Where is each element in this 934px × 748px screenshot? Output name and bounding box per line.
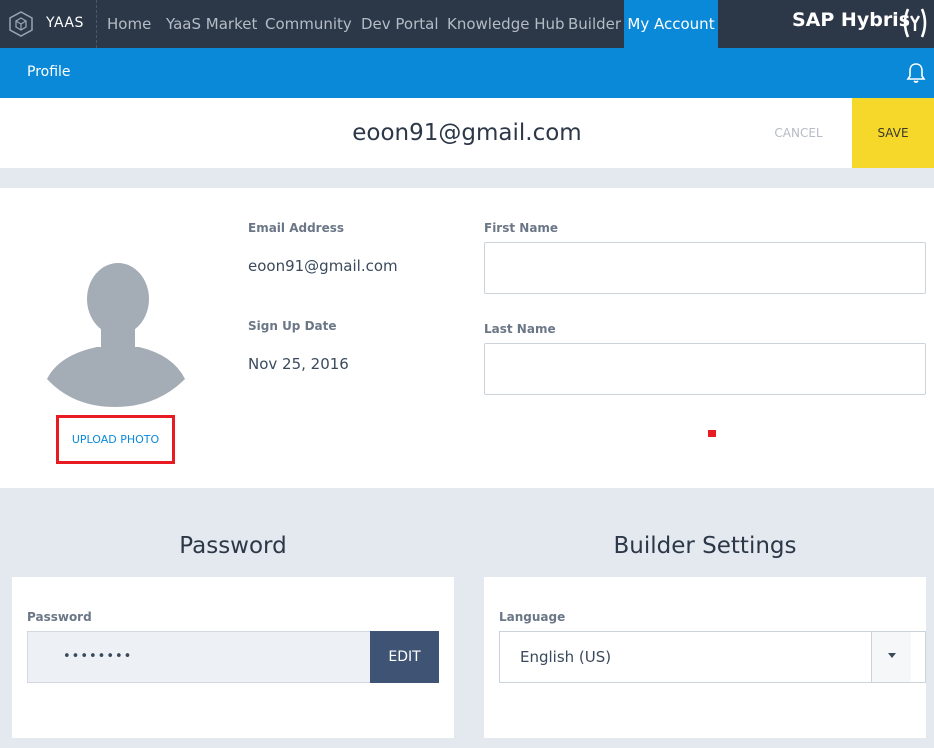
password-field[interactable]: •••••••• [27, 631, 370, 683]
sap-hybris-mark-icon [903, 8, 927, 38]
nav-item-builder[interactable]: Builder [568, 0, 621, 48]
brand-label: YAAS [46, 15, 84, 31]
signup-date-label: Sign Up Date [248, 319, 337, 333]
last-name-label: Last Name [484, 322, 556, 336]
cancel-button[interactable]: CANCEL [745, 98, 852, 168]
password-label: Password [27, 610, 92, 624]
upload-photo-link[interactable]: UPLOAD PHOTO [59, 418, 172, 461]
last-name-field[interactable] [484, 343, 926, 395]
language-dropdown-toggle[interactable] [871, 632, 911, 682]
avatar-placeholder-icon [47, 263, 185, 407]
vendor-logo: SAP Hybris [792, 9, 911, 31]
top-navigation: YAAS Home YaaS Market Community Dev Port… [0, 0, 934, 48]
nav-item-dev-portal[interactable]: Dev Portal [361, 0, 439, 48]
first-name-field[interactable] [484, 242, 926, 294]
first-name-label: First Name [484, 221, 559, 235]
nav-item-my-account[interactable]: My Account [624, 0, 718, 48]
builder-settings-card: Language English (US) [484, 577, 926, 738]
yaas-brand[interactable]: YAAS [0, 0, 97, 48]
language-label: Language [499, 610, 566, 624]
account-header: eoon91@gmail.com CANCEL SAVE [0, 98, 934, 168]
password-card: Password •••••••• EDIT [12, 577, 454, 738]
profile-card: UPLOAD PHOTO Email Address eoon91@gmail.… [0, 188, 934, 488]
profile-subbar: Profile [0, 48, 934, 98]
yaas-cube-icon [9, 11, 33, 37]
password-section-title: Password [179, 533, 287, 559]
email-value: eoon91@gmail.com [248, 257, 398, 275]
save-button[interactable]: SAVE [852, 98, 934, 168]
subbar-title: Profile [27, 64, 71, 80]
language-select[interactable]: English (US) [499, 631, 926, 683]
signup-date-value: Nov 25, 2016 [248, 355, 349, 373]
edit-password-button[interactable]: EDIT [370, 631, 439, 683]
caret-down-icon [888, 653, 896, 658]
password-masked-value: •••••••• [63, 649, 133, 664]
nav-item-knowledge-hub[interactable]: Knowledge Hub [447, 0, 565, 48]
language-selected-value: English (US) [520, 648, 612, 666]
nav-item-home[interactable]: Home [107, 0, 151, 48]
bell-icon[interactable] [904, 61, 928, 85]
builder-settings-title: Builder Settings [613, 533, 797, 559]
upload-photo-highlight: UPLOAD PHOTO [56, 415, 175, 464]
cursor-marker [708, 430, 716, 437]
nav-item-community[interactable]: Community [265, 0, 352, 48]
nav-item-yaas-market[interactable]: YaaS Market [166, 0, 257, 48]
email-label: Email Address [248, 221, 345, 235]
